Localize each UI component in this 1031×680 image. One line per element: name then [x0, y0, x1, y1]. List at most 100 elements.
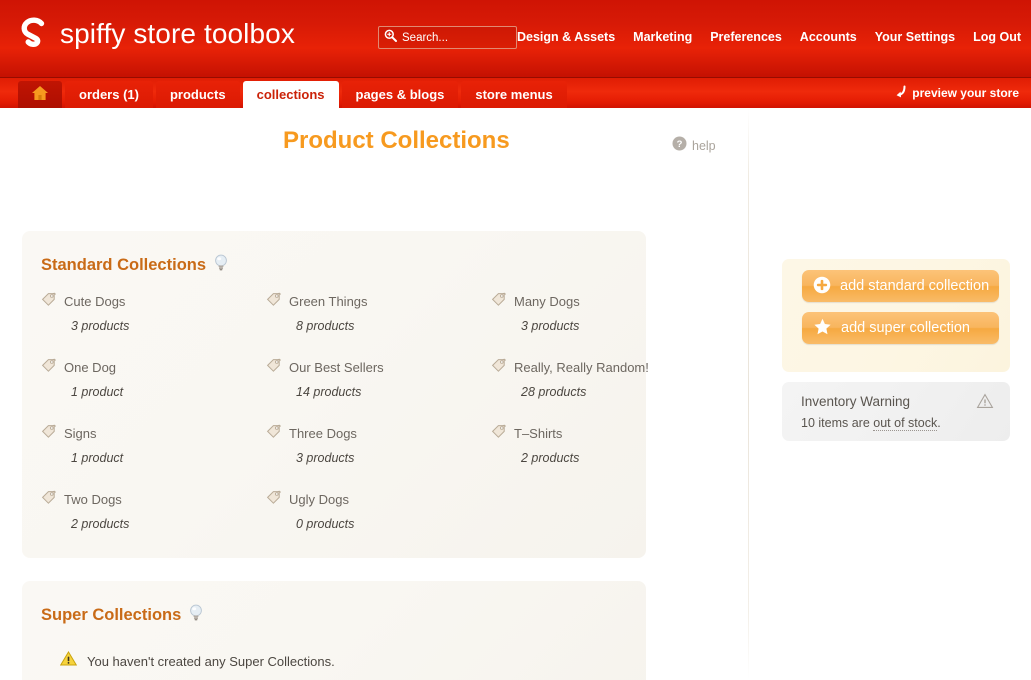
- help-label: help: [692, 139, 716, 153]
- collections-grid: Cute Dogs3 productsGreen Things8 product…: [41, 288, 636, 552]
- collection-row: T–Shirts: [491, 423, 649, 444]
- top-nav-marketing[interactable]: Marketing: [633, 30, 692, 44]
- collection-item: Two Dogs 2 products: [41, 486, 266, 552]
- price-tag-icon: [491, 291, 507, 312]
- collection-row: Three Dogs: [266, 423, 491, 444]
- collection-item: Signs 1 product: [41, 420, 266, 486]
- collection-row: One Dog: [41, 357, 266, 378]
- collection-item: Cute Dogs 3 products: [41, 288, 266, 354]
- collection-row: Many Dogs: [491, 291, 649, 312]
- price-tag-icon: [491, 423, 507, 444]
- search-box[interactable]: [378, 26, 517, 49]
- collection-name-link[interactable]: Our Best Sellers: [289, 360, 384, 375]
- super-collections-empty-state: You haven't created any Super Collection…: [60, 651, 335, 671]
- collection-product-count: 28 products: [521, 385, 649, 399]
- out-of-stock-link[interactable]: out of stock: [873, 416, 937, 431]
- collection-name-link[interactable]: Green Things: [289, 294, 368, 309]
- sidebar-actions-panel: add standard collection add super collec…: [782, 259, 1010, 372]
- star-icon: [813, 318, 832, 339]
- tab-products[interactable]: products: [156, 81, 240, 108]
- home-icon: [31, 85, 49, 104]
- collection-product-count: 1 product: [71, 451, 266, 465]
- top-nav-preferences[interactable]: Preferences: [710, 30, 782, 44]
- collection-name-link[interactable]: Cute Dogs: [64, 294, 125, 309]
- collection-row: Two Dogs: [41, 489, 266, 510]
- collection-name-link[interactable]: Signs: [64, 426, 97, 441]
- inventory-warning-suffix: .: [937, 416, 940, 430]
- tab-orders[interactable]: orders (1): [65, 81, 153, 108]
- collection-item: Really, Really Random! 28 products: [491, 354, 649, 420]
- collection-product-count: 0 products: [296, 517, 491, 531]
- standard-collections-title: Standard Collections: [41, 256, 206, 275]
- collection-name-link[interactable]: Two Dogs: [64, 492, 122, 507]
- curved-arrow-icon: [894, 85, 907, 101]
- super-collections-empty-message: You haven't created any Super Collection…: [87, 654, 335, 669]
- column-divider: [748, 108, 749, 680]
- inventory-warning-body: 10 items are out of stock.: [801, 416, 941, 430]
- preview-label: preview your store: [912, 86, 1019, 100]
- tab-home[interactable]: [18, 81, 62, 108]
- spiffy-s-logo-icon: [18, 17, 50, 51]
- inventory-warning-title: Inventory Warning: [801, 394, 910, 409]
- collection-row: Green Things: [266, 291, 491, 312]
- price-tag-icon: [266, 291, 282, 312]
- lightbulb-icon[interactable]: [189, 604, 203, 626]
- top-nav-accounts[interactable]: Accounts: [800, 30, 857, 44]
- collection-name-link[interactable]: Many Dogs: [514, 294, 580, 309]
- top-nav-your-settings[interactable]: Your Settings: [875, 30, 955, 44]
- collection-product-count: 2 products: [71, 517, 266, 531]
- collection-name-link[interactable]: Three Dogs: [289, 426, 357, 441]
- collection-item: Our Best Sellers 14 products: [266, 354, 491, 420]
- collection-item: Three Dogs 3 products: [266, 420, 491, 486]
- collection-name-link[interactable]: Really, Really Random!: [514, 360, 649, 375]
- collection-item-empty: [491, 486, 649, 552]
- collection-product-count: 1 product: [71, 385, 266, 399]
- standard-collections-panel: Standard Collections Cute Dogs 3 products…: [22, 231, 646, 558]
- search-input[interactable]: [402, 32, 512, 44]
- app-header: spiffy store toolbox Design & Assets Mar…: [0, 0, 1031, 78]
- price-tag-icon: [266, 423, 282, 444]
- primary-tab-bar: orders (1) products collections pages & …: [0, 78, 1031, 108]
- main-column: Product Collections ? help Standard Coll…: [0, 108, 748, 165]
- add-standard-collection-button[interactable]: add standard collection: [802, 270, 999, 302]
- price-tag-icon: [266, 357, 282, 378]
- lightbulb-icon[interactable]: [214, 254, 228, 276]
- super-collections-panel: Super Collections: [22, 581, 646, 680]
- top-nav-design-assets[interactable]: Design & Assets: [517, 30, 615, 44]
- collection-row: Cute Dogs: [41, 291, 266, 312]
- search-magnifier-icon: [384, 29, 397, 47]
- collection-name-link[interactable]: Ugly Dogs: [289, 492, 349, 507]
- svg-text:?: ?: [677, 139, 683, 150]
- top-navigation: Design & Assets Marketing Preferences Ac…: [517, 30, 1021, 44]
- collection-name-link[interactable]: One Dog: [64, 360, 116, 375]
- tab-store-menus[interactable]: store menus: [461, 81, 566, 108]
- collection-item: Green Things8 products: [266, 288, 491, 354]
- warning-triangle-outline-icon: [976, 393, 994, 414]
- collection-product-count: 14 products: [296, 385, 491, 399]
- collection-item: Many Dogs3 products: [491, 288, 649, 354]
- help-link[interactable]: ? help: [672, 136, 716, 156]
- brand-logo[interactable]: spiffy store toolbox: [18, 17, 295, 51]
- collection-name-link[interactable]: T–Shirts: [514, 426, 562, 441]
- collection-item: Ugly Dogs 0 products: [266, 486, 491, 552]
- collection-row: Ugly Dogs: [266, 489, 491, 510]
- price-tag-icon: [41, 291, 57, 312]
- collection-product-count: 3 products: [296, 451, 491, 465]
- preview-your-store-link[interactable]: preview your store: [894, 85, 1019, 101]
- question-mark-icon: ?: [672, 136, 687, 156]
- tab-pages-blogs[interactable]: pages & blogs: [342, 81, 459, 108]
- page-title: Product Collections: [283, 127, 510, 155]
- brand-name: spiffy store toolbox: [60, 18, 295, 50]
- collection-row: Signs: [41, 423, 266, 444]
- page-body: Product Collections ? help Standard Coll…: [0, 108, 1031, 680]
- collection-product-count: 2 products: [521, 451, 649, 465]
- add-super-collection-button[interactable]: add super collection: [802, 312, 999, 344]
- top-nav-log-out[interactable]: Log Out: [973, 30, 1021, 44]
- super-collections-title: Super Collections: [41, 606, 181, 625]
- collection-row: Our Best Sellers: [266, 357, 491, 378]
- add-super-collection-label: add super collection: [841, 320, 970, 336]
- tab-collections[interactable]: collections: [243, 81, 339, 108]
- collection-product-count: 3 products: [71, 319, 266, 333]
- add-standard-collection-label: add standard collection: [840, 278, 989, 294]
- price-tag-icon: [41, 489, 57, 510]
